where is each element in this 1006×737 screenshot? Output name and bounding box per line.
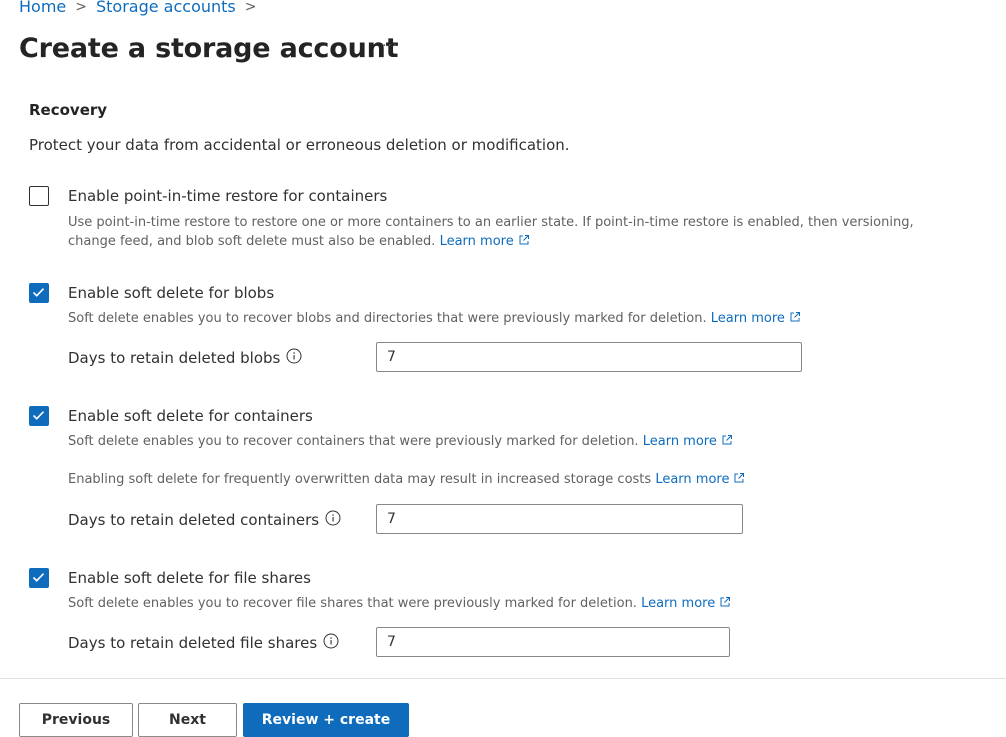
soft-delete-blobs-help-text: Soft delete enables you to recover blobs…	[68, 311, 707, 326]
more-options-button[interactable]: ···	[382, 38, 398, 54]
pitr-help-line2: change feed, and blob soft delete must a…	[68, 234, 436, 249]
external-link-icon	[719, 595, 731, 614]
breadcrumb: Home > Storage accounts >	[19, 0, 265, 16]
soft-delete-blobs-help: Soft delete enables you to recover blobs…	[68, 309, 801, 329]
checkmark-icon	[32, 288, 45, 297]
soft-delete-file-shares-help: Soft delete enables you to recover file …	[68, 594, 731, 614]
page-title: Create a storage account	[19, 33, 399, 64]
days-retain-blobs-field: Days to retain deleted blobs	[68, 348, 302, 368]
days-retain-containers-input[interactable]	[376, 504, 743, 534]
soft-delete-containers-help-text: Soft delete enables you to recover conta…	[68, 434, 639, 449]
pitr-help-line2-wrap: change feed, and blob soft delete must a…	[68, 232, 968, 252]
days-retain-file-shares-label: Days to retain deleted file shares	[68, 634, 318, 652]
info-icon[interactable]	[325, 510, 341, 530]
chevron-right-icon: >	[75, 0, 87, 15]
soft-delete-containers-help: Soft delete enables you to recover conta…	[68, 432, 733, 452]
file-shares-learn-more-link[interactable]: Learn more	[641, 596, 715, 611]
days-retain-blobs-label: Days to retain deleted blobs	[68, 349, 281, 367]
containers-learn-more-link[interactable]: Learn more	[643, 434, 717, 449]
next-button[interactable]: Next	[138, 703, 237, 737]
pitr-checkbox[interactable]	[29, 186, 49, 206]
blobs-learn-more-link[interactable]: Learn more	[711, 311, 785, 326]
section-title-recovery: Recovery	[29, 101, 108, 119]
breadcrumb-home-link[interactable]: Home	[19, 0, 66, 16]
days-retain-containers-field: Days to retain deleted containers	[68, 510, 341, 530]
containers-cost-warning-text: Enabling soft delete for frequently over…	[68, 472, 652, 487]
external-link-icon	[789, 310, 801, 329]
external-link-icon	[518, 233, 530, 252]
containers-cost-warning: Enabling soft delete for frequently over…	[68, 470, 745, 490]
soft-delete-blobs-label[interactable]: Enable soft delete for blobs	[68, 284, 274, 302]
soft-delete-containers-label[interactable]: Enable soft delete for containers	[68, 407, 313, 425]
previous-button[interactable]: Previous	[19, 703, 133, 737]
checkmark-icon	[32, 411, 45, 420]
pitr-help-text: Use point-in-time restore to restore one…	[68, 213, 968, 252]
soft-delete-containers-checkbox[interactable]	[29, 406, 49, 426]
soft-delete-file-shares-label[interactable]: Enable soft delete for file shares	[68, 569, 311, 587]
info-icon[interactable]	[323, 633, 339, 653]
soft-delete-blobs-checkbox[interactable]	[29, 283, 49, 303]
external-link-icon	[733, 471, 745, 490]
review-create-button[interactable]: Review + create	[243, 703, 409, 737]
days-retain-containers-label: Days to retain deleted containers	[68, 511, 320, 529]
info-icon[interactable]	[286, 348, 302, 368]
soft-delete-file-shares-help-text: Soft delete enables you to recover file …	[68, 596, 637, 611]
days-retain-blobs-input[interactable]	[376, 342, 802, 372]
soft-delete-file-shares-checkbox[interactable]	[29, 568, 49, 588]
pitr-label[interactable]: Enable point-in-time restore for contain…	[68, 187, 387, 205]
external-link-icon	[721, 433, 733, 452]
containers-warning-learn-more-link[interactable]: Learn more	[655, 472, 729, 487]
section-description: Protect your data from accidental or err…	[29, 136, 570, 154]
days-retain-file-shares-input[interactable]	[376, 627, 730, 657]
checkmark-icon	[32, 573, 45, 582]
footer-divider	[0, 678, 1006, 679]
days-retain-file-shares-field: Days to retain deleted file shares	[68, 633, 339, 653]
chevron-right-icon: >	[244, 0, 257, 15]
breadcrumb-storage-accounts-link[interactable]: Storage accounts	[96, 0, 236, 16]
pitr-help-line1: Use point-in-time restore to restore one…	[68, 215, 914, 230]
pitr-learn-more-link[interactable]: Learn more	[440, 234, 514, 249]
